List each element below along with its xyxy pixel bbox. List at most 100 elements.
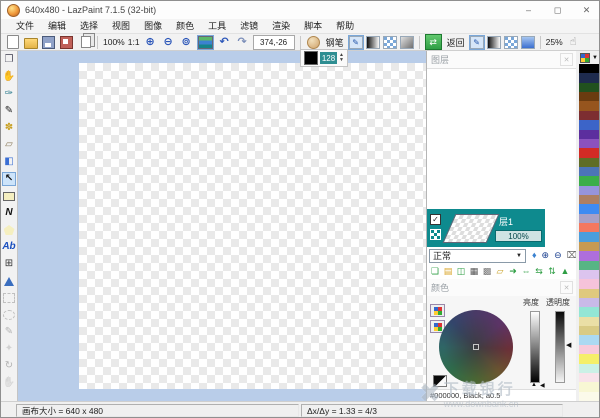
undo-button[interactable]: ↶ — [217, 35, 232, 50]
toggle-layers-window-button[interactable] — [196, 34, 214, 50]
palette-swatch[interactable] — [579, 73, 599, 83]
color-wheel-cursor[interactable] — [473, 344, 479, 350]
layer-opacity-bar[interactable]: 100% — [495, 230, 542, 242]
palette-swatch[interactable] — [579, 185, 599, 196]
tool-option-button[interactable] — [306, 35, 321, 50]
deformation-grid-tool[interactable]: ⊞ — [2, 257, 16, 271]
palette-swatch[interactable] — [579, 363, 599, 373]
current-color-swatch[interactable] — [433, 375, 447, 387]
palette-options-icon[interactable] — [580, 52, 591, 63]
actual-size-button[interactable]: 1:1 — [128, 37, 140, 47]
palette-swatch[interactable] — [579, 204, 599, 214]
pen-fill-style-button[interactable]: ✎ — [347, 34, 364, 50]
pattern-style-button[interactable] — [382, 35, 397, 49]
back-button[interactable]: 返回 — [447, 36, 465, 49]
palette-swatch[interactable] — [579, 120, 599, 130]
save-button[interactable] — [41, 35, 56, 50]
rectangle-tool[interactable] — [2, 189, 16, 203]
menu-image[interactable]: 图像 — [137, 19, 169, 33]
polyline-tool[interactable]: N — [2, 206, 16, 220]
rasterize-layer-button[interactable]: ▦ — [468, 266, 480, 278]
opacity-slider[interactable] — [555, 311, 565, 383]
colors-close-icon[interactable]: ✕ — [560, 281, 573, 294]
canvas-transparent-checkerboard[interactable] — [79, 63, 426, 389]
palette-swatch[interactable] — [579, 101, 599, 111]
copy-button[interactable] — [77, 35, 92, 50]
palette-swatch[interactable] — [579, 279, 599, 289]
opacity-cursor-icon[interactable]: ◀ — [566, 342, 571, 349]
erase-layer-button[interactable]: ▱ — [494, 266, 506, 278]
hand-tool[interactable]: ✋ — [2, 70, 16, 84]
fill-tool[interactable]: ◧ — [2, 155, 16, 169]
palette-swatch[interactable] — [579, 344, 599, 355]
texture-mapping-tool[interactable] — [2, 274, 16, 288]
blend-mode-select[interactable]: 正常 ▼ — [429, 248, 526, 263]
palette-swatch[interactable] — [579, 382, 599, 392]
zoom-in-button[interactable]: ⊕ — [143, 35, 158, 50]
menu-colors[interactable]: 颜色 — [169, 19, 201, 33]
palette-swatch[interactable] — [579, 110, 599, 121]
palette-swatch[interactable] — [579, 148, 599, 158]
close-button[interactable]: ✕ — [572, 1, 599, 19]
zoom-in-layer-icon[interactable]: ⊕ — [542, 251, 550, 260]
lightness-cursor-icon[interactable]: ▲ — [531, 382, 537, 388]
menu-filter[interactable]: 滤镜 — [233, 19, 265, 33]
flip-horizontal-button[interactable]: ⇆ — [533, 266, 545, 278]
palette-swatch[interactable] — [579, 213, 599, 224]
minimize-button[interactable]: – — [514, 1, 543, 19]
texture-style-button[interactable] — [399, 35, 414, 49]
menu-edit[interactable]: 编辑 — [41, 19, 73, 33]
new-file-button[interactable] — [5, 35, 20, 50]
back-pattern-style-button[interactable] — [503, 35, 518, 49]
apply-button[interactable]: ☝ — [566, 35, 581, 50]
open-button[interactable] — [23, 35, 38, 50]
menu-help[interactable]: 帮助 — [329, 19, 361, 33]
edit-shape-tool[interactable]: ↖ — [2, 172, 16, 186]
menu-view[interactable]: 视图 — [105, 19, 137, 33]
zoom-out-button[interactable]: ⊖ — [161, 35, 176, 50]
stretch-layer-button[interactable]: ⇔ — [520, 266, 532, 278]
polygon-tool[interactable] — [2, 223, 16, 237]
eraser-tool[interactable]: ▱ — [2, 138, 16, 152]
palette-swatch[interactable] — [579, 326, 599, 336]
rotate-layer-button[interactable]: ▲ — [559, 266, 571, 278]
palette-swatch[interactable] — [579, 64, 599, 74]
color-wheel[interactable] — [439, 310, 513, 384]
layer-thumbnail[interactable] — [442, 214, 500, 243]
palette-swatch[interactable] — [579, 232, 599, 242]
palette-swatch[interactable] — [579, 260, 599, 270]
palette-swatch[interactable] — [579, 129, 599, 139]
zoom-fit-button[interactable]: ⊚ — [179, 35, 194, 50]
zoom-level-value[interactable]: 100% — [103, 37, 125, 47]
palette-swatch[interactable] — [579, 354, 599, 364]
flip-vertical-button[interactable]: ⇅ — [546, 266, 558, 278]
menu-file[interactable]: 文件 — [9, 19, 41, 33]
palette-swatch[interactable] — [579, 372, 599, 383]
shift-layer-button[interactable]: ➜ — [507, 266, 519, 278]
palette-swatch[interactable] — [579, 335, 599, 345]
back-solid-style-button[interactable] — [520, 35, 535, 49]
lightness-slider[interactable] — [530, 311, 540, 383]
menu-select[interactable]: 选择 — [73, 19, 105, 33]
menu-script[interactable]: 脚本 — [297, 19, 329, 33]
pen-tool[interactable]: ✎ — [2, 104, 16, 118]
export-button[interactable] — [59, 35, 74, 50]
palette-swatch[interactable] — [579, 166, 599, 177]
pen-width-stepper[interactable]: ▲ ▼ — [339, 53, 344, 63]
palette-swatch[interactable] — [579, 176, 599, 186]
palette-swatch[interactable] — [579, 241, 599, 252]
color-picker-tool[interactable]: ✑ — [2, 87, 16, 101]
brush-tool[interactable]: ✽ — [2, 121, 16, 135]
palette-swatch[interactable] — [579, 251, 599, 261]
palette-swatch[interactable] — [579, 157, 599, 167]
palette-swatch[interactable] — [579, 297, 599, 308]
open-layer-button[interactable]: ▤ — [442, 266, 454, 278]
gradient-style-button[interactable] — [365, 35, 380, 49]
layer-visible-checkbox[interactable]: ✓ — [430, 214, 441, 225]
color-option-button-1[interactable] — [430, 304, 445, 317]
menu-tools[interactable]: 工具 — [201, 19, 233, 33]
merge-layer-button[interactable]: ▩ — [481, 266, 493, 278]
palette-swatch[interactable] — [579, 391, 599, 401]
swap-colors-button[interactable]: ⇄ — [424, 34, 442, 50]
layers-list[interactable] — [427, 69, 577, 209]
